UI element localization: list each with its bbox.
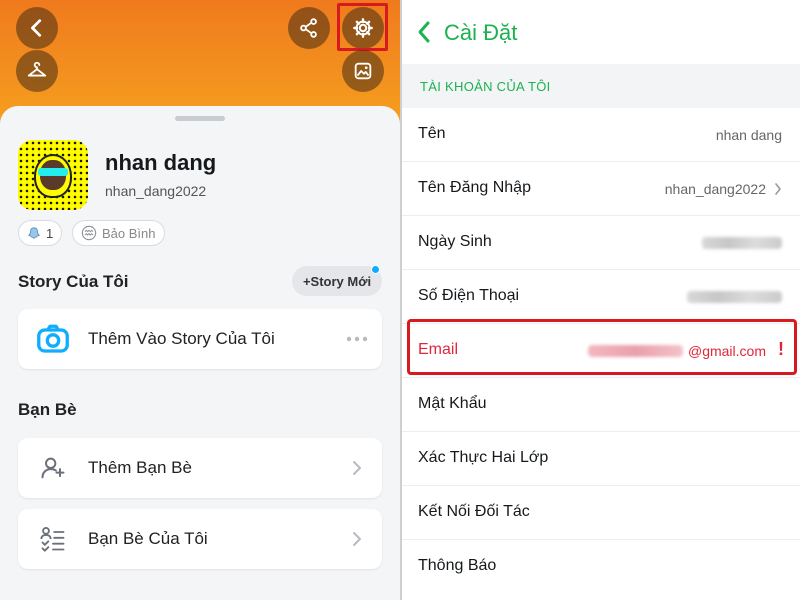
settings-highlight	[337, 3, 388, 51]
add-friends-card[interactable]: Thêm Bạn Bè	[18, 438, 382, 498]
my-friends-card[interactable]: Bạn Bè Của Tôi	[18, 509, 382, 569]
add-to-story-card[interactable]: Thêm Vào Story Của Tôi	[18, 309, 382, 369]
notification-dot	[371, 265, 380, 274]
settings-title: Cài Đặt	[444, 20, 518, 45]
add-to-story-label: Thêm Vào Story Của Tôi	[88, 329, 275, 348]
row-label: Tên	[418, 125, 446, 142]
add-friend-icon	[41, 457, 65, 479]
settings-row-name[interactable]: Tên nhan dang	[402, 108, 800, 162]
profile-name: nhan dang	[105, 150, 217, 175]
my-friends-label: Bạn Bè Của Tôi	[88, 529, 208, 548]
hanger-icon	[27, 61, 47, 77]
profile-username: nhan_dang2022	[105, 183, 207, 199]
aquarius-icon	[81, 225, 97, 241]
settings-row-phone[interactable]: Số Điện Thoại	[402, 270, 800, 324]
settings-row-password[interactable]: Mật Khẩu	[402, 378, 800, 432]
settings-row-two-factor[interactable]: Xác Thực Hai Lớp	[402, 432, 800, 486]
row-label: Thông Báo	[418, 557, 497, 574]
chevron-left-icon	[418, 21, 430, 43]
image-icon	[354, 62, 372, 80]
ghost-icon	[28, 227, 40, 239]
story-section-title: Story Của Tôi	[18, 272, 129, 291]
share-button[interactable]	[288, 7, 330, 49]
settings-row-notifications[interactable]: Thông Báo	[402, 540, 800, 594]
chevron-left-icon	[31, 19, 42, 37]
row-label: Mật Khẩu	[418, 395, 487, 412]
account-section-label: TÀI KHOẢN CỦA TÔI	[420, 79, 551, 94]
chevron-right-icon	[332, 460, 382, 476]
settings-row-birthday[interactable]: Ngày Sinh	[402, 216, 800, 270]
row-label: Xác Thực Hai Lớp	[418, 449, 549, 466]
row-value: nhan dang	[715, 127, 782, 143]
friends-list-icon	[40, 526, 65, 552]
drag-handle[interactable]	[175, 116, 225, 121]
background-button[interactable]	[342, 50, 384, 92]
settings-row-partners[interactable]: Kết Nối Đối Tác	[402, 486, 800, 540]
snapcode-avatar[interactable]	[18, 140, 88, 210]
settings-row-username[interactable]: Tên Đăng Nhập nhan_dang2022	[402, 162, 800, 216]
friends-count: 1	[46, 225, 54, 241]
settings-back-button[interactable]	[416, 20, 432, 49]
camera-icon	[37, 324, 69, 353]
row-label: Kết Nối Đối Tác	[418, 503, 530, 520]
more-options-icon[interactable]	[332, 336, 382, 342]
row-label: Tên Đăng Nhập	[418, 179, 531, 196]
zodiac-badge[interactable]: Bảo Bình	[72, 220, 165, 246]
blurred-value	[687, 291, 782, 303]
friends-badge[interactable]: 1	[18, 220, 63, 246]
back-button[interactable]	[16, 7, 58, 49]
settings-header: Cài Đặt	[402, 0, 800, 64]
blurred-value	[702, 237, 782, 249]
email-highlight	[407, 319, 797, 375]
account-section-header: TÀI KHOẢN CỦA TÔI	[402, 64, 800, 108]
settings-screen: Cài Đặt TÀI KHOẢN CỦA TÔI Tên nhan dang …	[402, 0, 800, 600]
share-icon	[300, 18, 317, 38]
chevron-right-icon	[332, 531, 382, 547]
friends-section-title: Bạn Bè	[18, 400, 77, 419]
row-label: Ngày Sinh	[418, 233, 492, 250]
profile-screen: nhan dang nhan_dang2022 1 Bảo Bình Story…	[0, 0, 400, 600]
new-story-button[interactable]: +Story Mới	[292, 266, 382, 296]
add-friends-label: Thêm Bạn Bè	[88, 458, 192, 477]
outfit-button[interactable]	[16, 50, 58, 92]
row-label: Số Điện Thoại	[418, 287, 520, 304]
profile-sheet: nhan dang nhan_dang2022 1 Bảo Bình Story…	[0, 106, 400, 600]
row-value: nhan_dang2022	[664, 181, 766, 197]
chevron-right-icon	[775, 183, 781, 195]
zodiac-label: Bảo Bình	[102, 225, 156, 241]
